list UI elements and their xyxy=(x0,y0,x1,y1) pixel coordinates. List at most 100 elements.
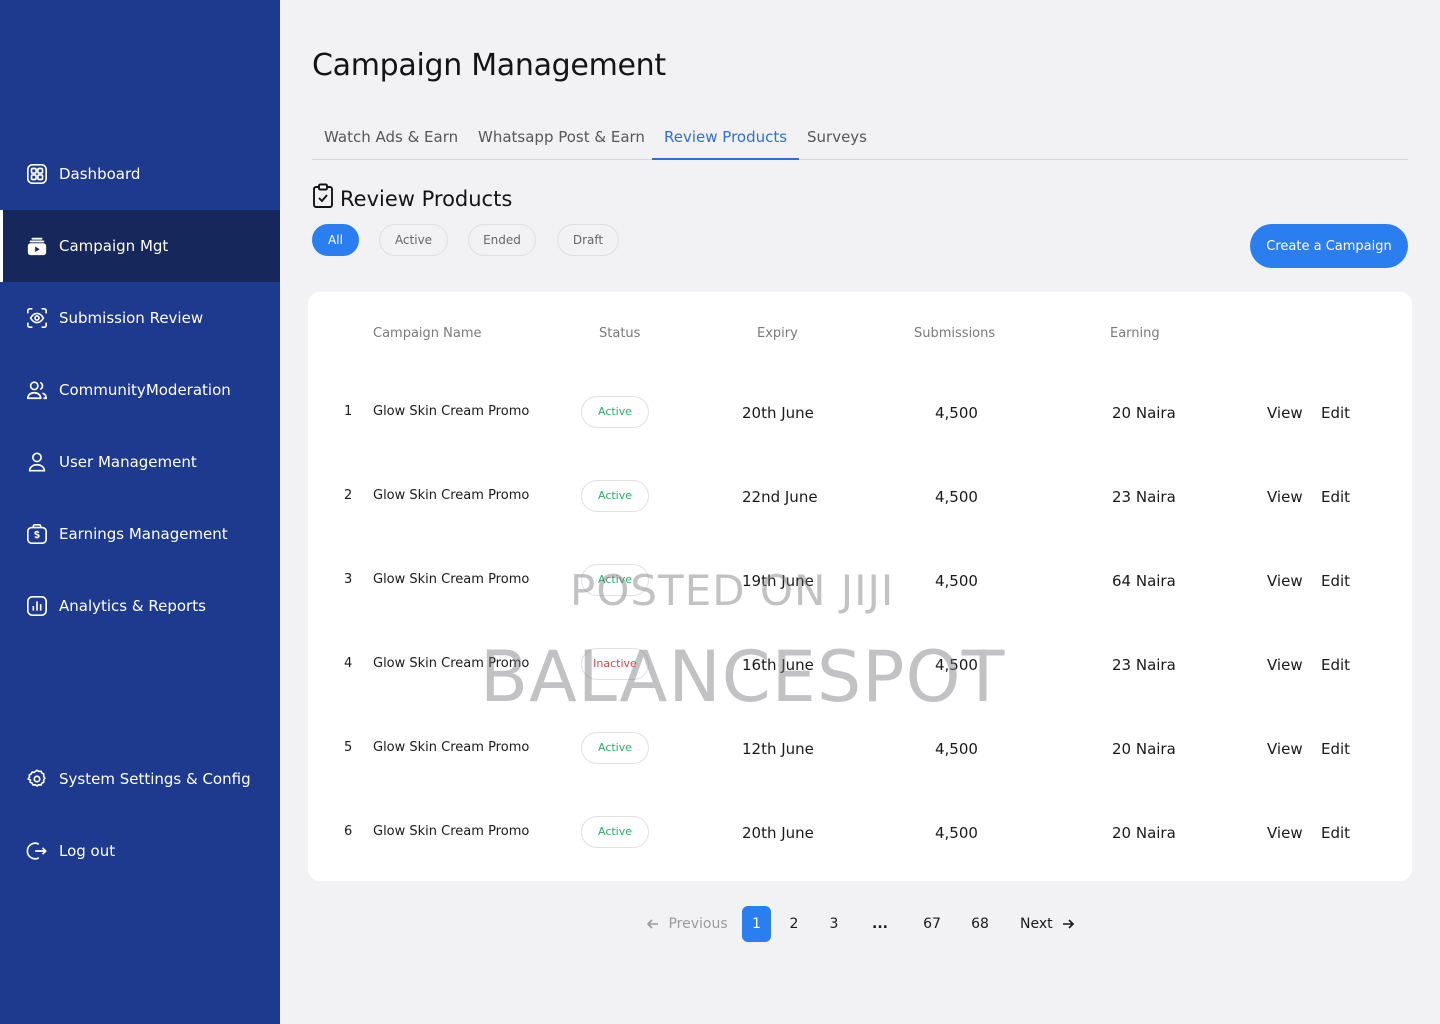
eye-scan-icon xyxy=(25,306,49,330)
section-title: Review Products xyxy=(312,183,512,214)
tab-surveys[interactable]: Surveys xyxy=(795,115,879,160)
sidebar-item-label: User Management xyxy=(59,453,197,471)
column-header-earning: Earning xyxy=(1110,326,1160,341)
expiry-date: 19th June xyxy=(742,572,814,590)
campaign-name: Glow Skin Cream Promo xyxy=(373,572,530,587)
submissions-count: 4,500 xyxy=(935,824,978,842)
logout-icon xyxy=(25,839,49,863)
sidebar: Dashboard Campaign Mgt Submission Review… xyxy=(0,0,280,1024)
arrow-left-icon xyxy=(646,916,660,932)
campaign-tabs: Watch Ads & Earn Whatsapp Post & Earn Re… xyxy=(312,115,1408,160)
view-button[interactable]: View xyxy=(1267,656,1303,674)
grid-icon xyxy=(25,162,49,186)
status-badge: Active xyxy=(581,480,649,512)
campaign-table: Campaign Name Status Expiry Submissions … xyxy=(308,292,1412,881)
filter-ended[interactable]: Ended xyxy=(468,224,536,256)
user-icon xyxy=(25,450,49,474)
column-header-status: Status xyxy=(599,326,641,341)
sidebar-item-earnings-management[interactable]: Earnings Management xyxy=(0,498,280,570)
edit-button[interactable]: Edit xyxy=(1321,572,1350,590)
row-number: 6 xyxy=(344,824,353,839)
table-row: 4 Glow Skin Cream Promo Inactive 16th June 4… xyxy=(308,622,1412,706)
expiry-date: 20th June xyxy=(742,404,814,422)
earning-amount: 20 Naira xyxy=(1112,824,1176,842)
bar-chart-icon xyxy=(25,594,49,618)
expiry-date: 16th June xyxy=(742,656,814,674)
campaign-name: Glow Skin Cream Promo xyxy=(373,404,530,419)
view-button[interactable]: View xyxy=(1267,488,1303,506)
earning-amount: 20 Naira xyxy=(1112,404,1176,422)
pagination-page-1[interactable]: 1 xyxy=(742,906,771,942)
sidebar-item-label: Analytics & Reports xyxy=(59,597,206,615)
sidebar-item-label: Earnings Management xyxy=(59,525,228,543)
sidebar-item-label: System Settings & Config xyxy=(59,770,251,788)
campaign-icon xyxy=(25,234,49,258)
column-header-submissions: Submissions xyxy=(914,326,996,341)
arrow-right-icon xyxy=(1061,916,1075,932)
row-number: 2 xyxy=(344,488,353,503)
row-number: 3 xyxy=(344,572,353,587)
sidebar-item-label: Submission Review xyxy=(59,309,204,327)
sidebar-item-community-moderation[interactable]: CommunityModeration xyxy=(0,354,280,426)
create-campaign-button[interactable]: Create a Campaign xyxy=(1250,224,1408,268)
sidebar-item-analytics-reports[interactable]: Analytics & Reports xyxy=(0,570,280,642)
pagination-page-68[interactable]: 68 xyxy=(968,906,992,942)
sidebar-item-label: Campaign Mgt xyxy=(59,237,169,255)
view-button[interactable]: View xyxy=(1267,740,1303,758)
row-number: 5 xyxy=(344,740,353,755)
pagination-previous-label: Previous xyxy=(668,916,728,932)
edit-button[interactable]: Edit xyxy=(1321,824,1350,842)
sidebar-item-user-management[interactable]: User Management xyxy=(0,426,280,498)
pagination-next[interactable]: Next xyxy=(1020,906,1075,942)
campaign-name: Glow Skin Cream Promo xyxy=(373,656,530,671)
column-header-expiry: Expiry xyxy=(757,326,798,341)
clipboard-check-icon xyxy=(312,183,340,214)
filter-active[interactable]: Active xyxy=(379,224,448,256)
edit-button[interactable]: Edit xyxy=(1321,488,1350,506)
earning-amount: 64 Naira xyxy=(1112,572,1176,590)
filter-draft[interactable]: Draft xyxy=(557,224,619,256)
pagination-page-67[interactable]: 67 xyxy=(920,906,944,942)
campaign-name: Glow Skin Cream Promo xyxy=(373,824,530,839)
tab-whatsapp-post[interactable]: Whatsapp Post & Earn xyxy=(466,115,657,160)
campaign-name: Glow Skin Cream Promo xyxy=(373,488,530,503)
sidebar-item-submission-review[interactable]: Submission Review xyxy=(0,282,280,354)
sidebar-item-dashboard[interactable]: Dashboard xyxy=(0,138,280,210)
earning-amount: 20 Naira xyxy=(1112,740,1176,758)
table-row: 2 Glow Skin Cream Promo Active 22nd June 4,5… xyxy=(308,454,1412,538)
filter-all[interactable]: All xyxy=(312,224,359,256)
table-row: 1 Glow Skin Cream Promo Active 20th June 4,5… xyxy=(308,370,1412,454)
submissions-count: 4,500 xyxy=(935,488,978,506)
sidebar-item-campaign-mgt[interactable]: Campaign Mgt xyxy=(0,210,280,282)
table-row: 5 Glow Skin Cream Promo Active 12th June 4,5… xyxy=(308,706,1412,790)
page-title: Campaign Management xyxy=(312,48,666,83)
edit-button[interactable]: Edit xyxy=(1321,740,1350,758)
sidebar-item-system-settings[interactable]: System Settings & Config xyxy=(0,743,280,815)
expiry-date: 12th June xyxy=(742,740,814,758)
status-badge: Active xyxy=(581,732,649,764)
submissions-count: 4,500 xyxy=(935,404,978,422)
sidebar-item-logout[interactable]: Log out xyxy=(0,815,280,887)
table-row: 6 Glow Skin Cream Promo Active 20th June 4,5… xyxy=(308,790,1412,874)
expiry-date: 20th June xyxy=(742,824,814,842)
expiry-date: 22nd June xyxy=(742,488,818,506)
section-title-label: Review Products xyxy=(340,186,513,211)
pagination-page-3[interactable]: 3 xyxy=(825,906,843,942)
pagination-previous[interactable]: Previous xyxy=(646,906,728,942)
users-icon xyxy=(25,378,49,402)
view-button[interactable]: View xyxy=(1267,404,1303,422)
sidebar-item-label: Log out xyxy=(59,842,116,860)
pagination-page-2[interactable]: 2 xyxy=(785,906,803,942)
tab-watch-ads[interactable]: Watch Ads & Earn xyxy=(312,115,470,160)
earning-amount: 23 Naira xyxy=(1112,488,1176,506)
edit-button[interactable]: Edit xyxy=(1321,656,1350,674)
tab-review-products[interactable]: Review Products xyxy=(652,115,800,160)
view-button[interactable]: View xyxy=(1267,572,1303,590)
status-badge: Active xyxy=(581,816,649,848)
table-row: 3 Glow Skin Cream Promo Active 19th June 4,5… xyxy=(308,538,1412,622)
edit-button[interactable]: Edit xyxy=(1321,404,1350,422)
submissions-count: 4,500 xyxy=(935,740,978,758)
submissions-count: 4,500 xyxy=(935,572,978,590)
view-button[interactable]: View xyxy=(1267,824,1303,842)
campaign-name: Glow Skin Cream Promo xyxy=(373,740,530,755)
